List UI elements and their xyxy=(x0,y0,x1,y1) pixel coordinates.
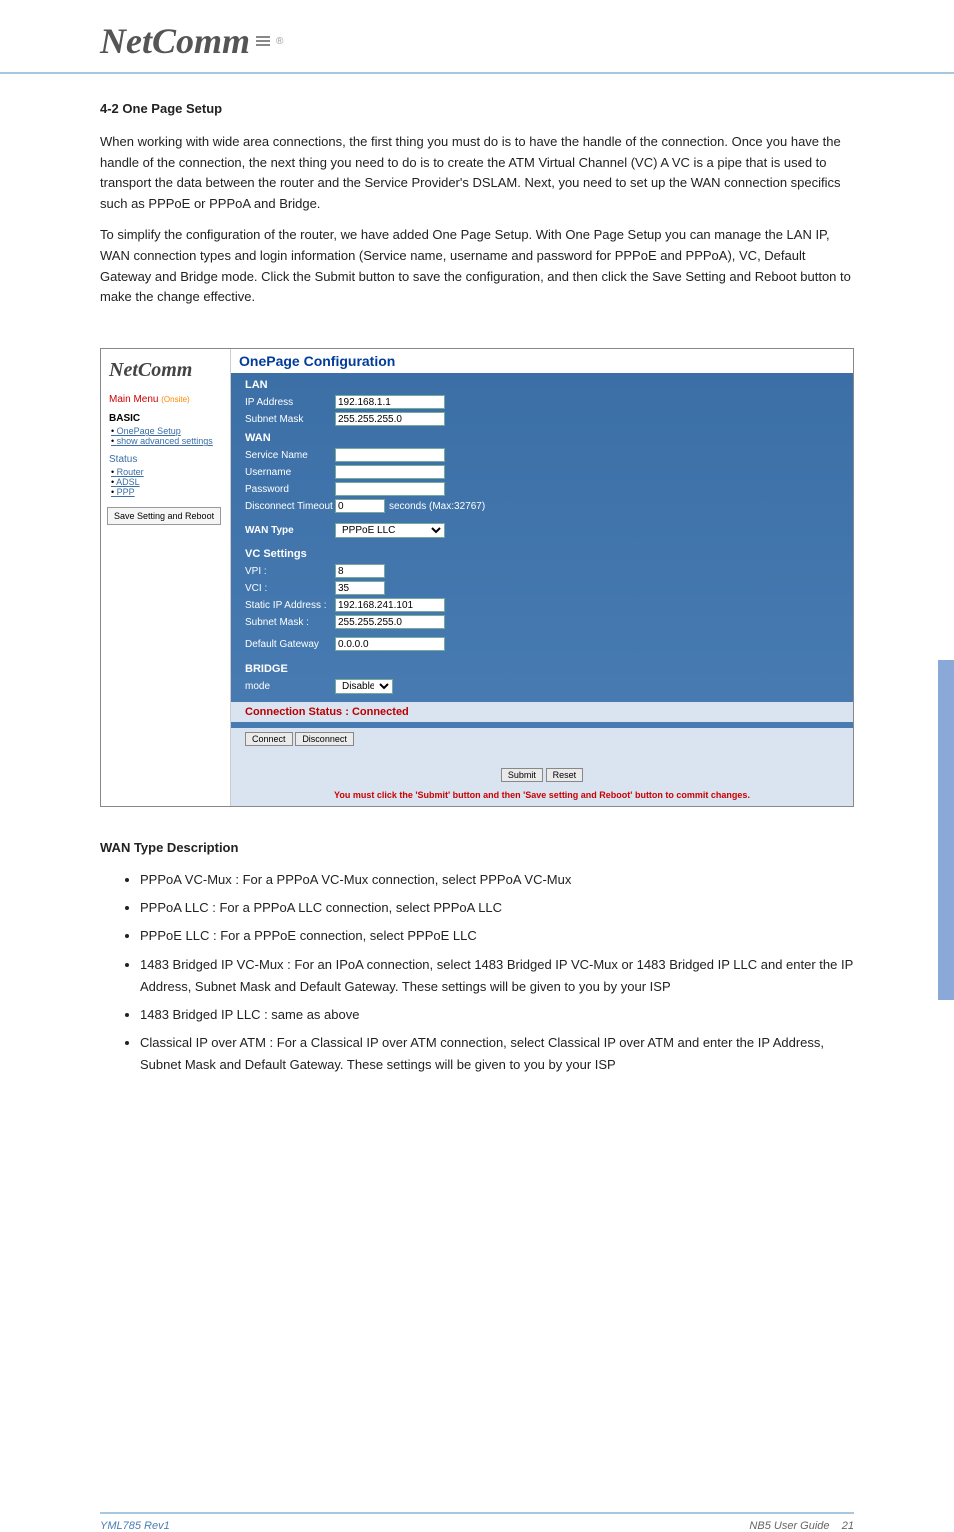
disconnect-timeout-label: Disconnect Timeout xyxy=(245,501,335,512)
username-input[interactable] xyxy=(335,465,445,479)
onepage-setup-link[interactable]: OnePage Setup xyxy=(111,426,230,436)
show-advanced-link[interactable]: show advanced settings xyxy=(111,436,230,446)
static-ip-label: Static IP Address : xyxy=(245,600,335,611)
status-heading: Status xyxy=(101,452,230,467)
bridge-heading: BRIDGE xyxy=(245,663,839,675)
post-section: WAN Type Description PPPoA VC-Mux : For … xyxy=(0,837,954,1112)
vpi-label: VPI : xyxy=(245,566,335,577)
intro-p1: When working with wide area connections,… xyxy=(100,132,854,215)
save-reboot-button[interactable]: Save Setting and Reboot xyxy=(107,507,221,525)
list-item: PPPoA VC-Mux : For a PPPoA VC-Mux connec… xyxy=(140,869,854,891)
page-footer: YML785 Rev1 NB5 User Guide 21 xyxy=(100,1512,854,1532)
ip-address-input[interactable] xyxy=(335,395,445,409)
service-name-input[interactable] xyxy=(335,448,445,462)
disconnect-button[interactable]: Disconnect xyxy=(295,732,354,746)
vc-heading: VC Settings xyxy=(245,548,839,560)
config-title: OnePage Configuration xyxy=(231,349,853,373)
sidebar: NetComm Main Menu (Onsite) BASIC OnePage… xyxy=(101,349,231,806)
config-screenshot: ^ v NetComm Main Menu (Onsite) BASIC One… xyxy=(100,348,854,807)
commit-warning: You must click the 'Submit' button and t… xyxy=(231,786,853,806)
timeout-suffix: seconds (Max:32767) xyxy=(389,501,485,512)
post-heading: WAN Type Description xyxy=(100,837,854,859)
ppp-link[interactable]: PPP xyxy=(111,487,230,497)
config-panel: OnePage Configuration LAN IP Address Sub… xyxy=(231,349,853,806)
vci-input[interactable] xyxy=(335,581,385,595)
side-tab xyxy=(938,660,954,1000)
sidebar-logo: NetComm xyxy=(101,355,230,392)
list-item: PPPoA LLC : For a PPPoA LLC connection, … xyxy=(140,897,854,919)
registered-icon: ® xyxy=(276,36,283,47)
lan-heading: LAN xyxy=(245,379,839,391)
reset-button[interactable]: Reset xyxy=(546,768,584,782)
ip-address-label: IP Address xyxy=(245,397,335,408)
password-label: Password xyxy=(245,484,335,495)
vc-subnet-mask-input[interactable] xyxy=(335,615,445,629)
brand-logo: NetComm xyxy=(100,20,250,62)
intro-p2: To simplify the configuration of the rou… xyxy=(100,225,854,308)
subnet-mask-input[interactable] xyxy=(335,412,445,426)
static-ip-input[interactable] xyxy=(335,598,445,612)
disconnect-timeout-input[interactable] xyxy=(335,499,385,513)
list-item: Classical IP over ATM : For a Classical … xyxy=(140,1032,854,1076)
basic-heading: BASIC xyxy=(101,411,230,426)
intro-section: 4-2 One Page Setup When working with wid… xyxy=(0,89,954,348)
password-input[interactable] xyxy=(335,482,445,496)
list-item: 1483 Bridged IP VC-Mux : For an IPoA con… xyxy=(140,954,854,998)
username-label: Username xyxy=(245,467,335,478)
subnet-mask-label: Subnet Mask xyxy=(245,414,335,425)
vci-label: VCI : xyxy=(245,583,335,594)
footer-left: YML785 Rev1 xyxy=(100,1520,170,1532)
wan-type-list: PPPoA VC-Mux : For a PPPoA VC-Mux connec… xyxy=(140,869,854,1076)
default-gateway-label: Default Gateway xyxy=(245,639,335,650)
footer-right: NB5 User Guide 21 xyxy=(749,1520,854,1532)
list-item: PPPoE LLC : For a PPPoE connection, sele… xyxy=(140,925,854,947)
main-menu-label: Main Menu xyxy=(109,394,158,405)
connection-status: Connection Status : Connected xyxy=(231,702,853,722)
intro-heading: 4-2 One Page Setup xyxy=(100,99,854,120)
vc-subnet-mask-label: Subnet Mask : xyxy=(245,617,335,628)
bridge-mode-label: mode xyxy=(245,681,335,692)
router-link[interactable]: Router xyxy=(111,467,230,477)
list-item: 1483 Bridged IP LLC : same as above xyxy=(140,1004,854,1026)
default-gateway-input[interactable] xyxy=(335,637,445,651)
logo-dash-icon xyxy=(256,36,270,46)
site-label: (Onsite) xyxy=(161,395,189,404)
connect-button[interactable]: Connect xyxy=(245,732,293,746)
vpi-input[interactable] xyxy=(335,564,385,578)
wan-heading: WAN xyxy=(245,432,839,444)
service-name-label: Service Name xyxy=(245,450,335,461)
wan-type-select[interactable]: PPPoE LLC xyxy=(335,523,445,538)
adsl-link[interactable]: ADSL xyxy=(111,477,230,487)
submit-button[interactable]: Submit xyxy=(501,768,543,782)
wan-type-label: WAN Type xyxy=(245,525,335,536)
page-header: NetComm ® xyxy=(0,0,954,74)
bridge-mode-select[interactable]: Disabled xyxy=(335,679,393,694)
